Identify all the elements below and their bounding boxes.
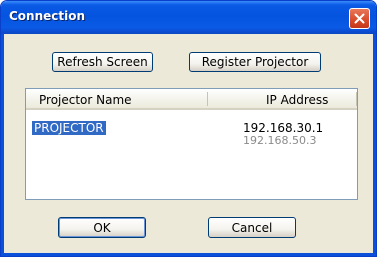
window-frame-right bbox=[373, 34, 376, 256]
projector-name-cell: PROJECTOR bbox=[32, 121, 106, 135]
close-button[interactable] bbox=[349, 8, 370, 29]
ip-address-primary: 192.168.30.1 bbox=[243, 121, 324, 135]
ok-button[interactable]: OK bbox=[58, 217, 146, 238]
cancel-button[interactable]: Cancel bbox=[208, 217, 296, 238]
register-projector-button[interactable]: Register Projector bbox=[189, 52, 321, 72]
column-header-projector-name[interactable]: Projector Name bbox=[39, 93, 132, 107]
column-header-ip-address[interactable]: IP Address bbox=[266, 93, 328, 107]
projector-list[interactable]: Projector Name IP Address PROJECTOR 192.… bbox=[25, 88, 358, 200]
refresh-screen-button[interactable]: Refresh Screen bbox=[52, 52, 153, 72]
title-bar[interactable]: Connection bbox=[1, 1, 376, 34]
window-frame-bottom bbox=[1, 253, 376, 256]
ip-address-secondary: 192.168.50.3 bbox=[243, 134, 317, 147]
close-icon bbox=[354, 13, 365, 24]
column-separator[interactable] bbox=[207, 92, 208, 106]
column-separator[interactable] bbox=[356, 92, 357, 106]
connection-dialog: Connection Refresh Screen Register Proje… bbox=[0, 0, 377, 257]
window-frame-left bbox=[1, 34, 4, 256]
list-header: Projector Name IP Address bbox=[26, 89, 357, 110]
window-title: Connection bbox=[9, 9, 86, 23]
list-row-projector[interactable]: PROJECTOR 192.168.30.1 192.168.50.3 bbox=[26, 121, 357, 147]
